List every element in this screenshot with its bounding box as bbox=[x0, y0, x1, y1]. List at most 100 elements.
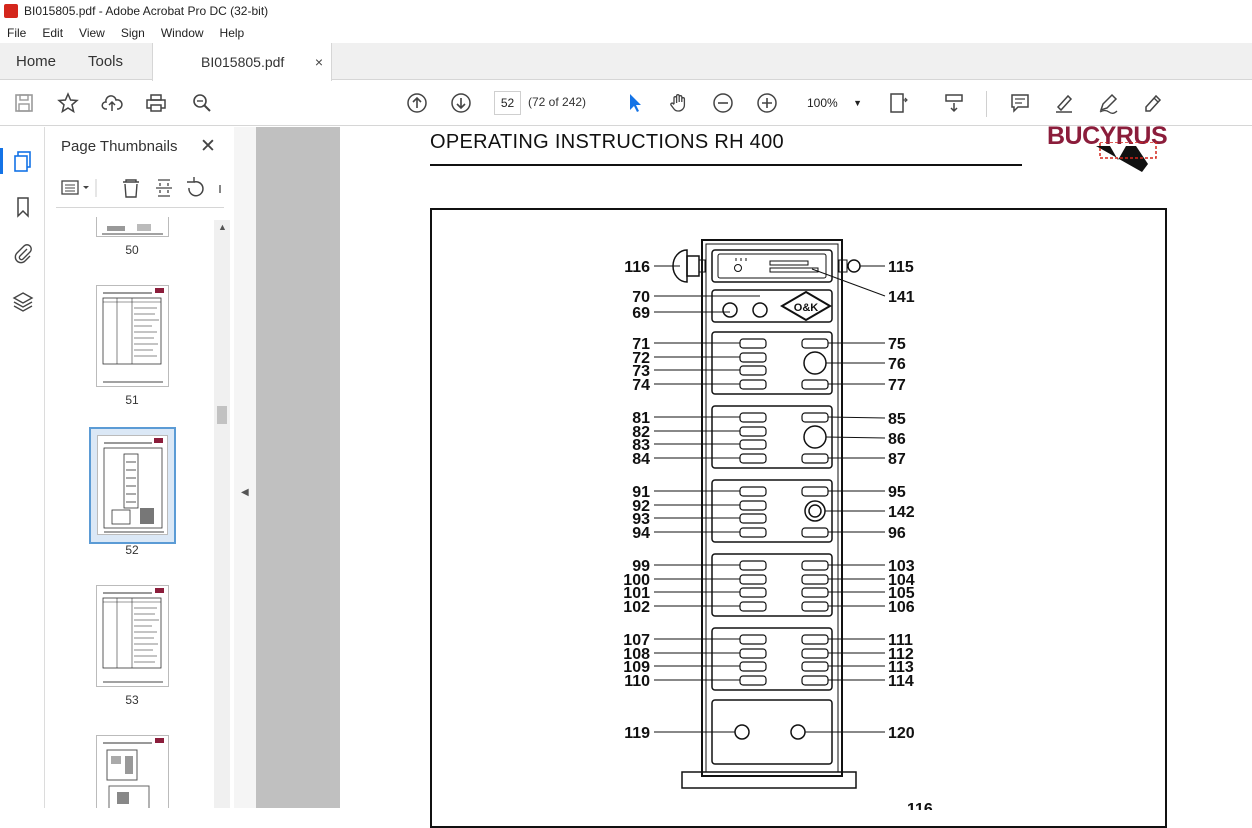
callout-label: 114 bbox=[888, 673, 914, 690]
rotate-page-icon[interactable] bbox=[187, 177, 204, 197]
zoom-value: 100% bbox=[807, 96, 838, 110]
window-title: BI015805.pdf - Adobe Acrobat Pro DC (32-… bbox=[24, 4, 269, 18]
menu-sign[interactable]: Sign bbox=[113, 26, 153, 40]
toggle-switch bbox=[739, 365, 767, 376]
bookmarks-icon[interactable] bbox=[11, 195, 35, 219]
scrollbar-thumb[interactable] bbox=[217, 406, 227, 424]
thumbnail-page-50[interactable] bbox=[96, 217, 169, 237]
collapse-panel-icon[interactable]: ◀ bbox=[241, 487, 249, 498]
toggle-switch bbox=[801, 587, 829, 598]
control-panel-figure: O&K 116706971727374818283849192939499100… bbox=[623, 239, 933, 810]
tab-bar: Home Tools BI015805.pdf × bbox=[0, 43, 1252, 81]
toggle-switch bbox=[739, 601, 767, 612]
toggle-switch bbox=[801, 648, 829, 659]
thumbnail-label: 51 bbox=[125, 393, 139, 407]
zoom-in-icon[interactable] bbox=[755, 91, 779, 115]
save-icon[interactable] bbox=[12, 91, 36, 115]
scroll-up-icon[interactable]: ▲ bbox=[218, 222, 227, 232]
toggle-switch bbox=[739, 675, 767, 686]
tab-close-icon[interactable]: × bbox=[315, 54, 323, 70]
print-icon[interactable] bbox=[144, 91, 168, 115]
thumbnail-page-53[interactable] bbox=[96, 585, 169, 687]
layers-icon[interactable] bbox=[11, 289, 35, 313]
toggle-switch bbox=[739, 587, 767, 598]
toggle-switch bbox=[801, 634, 829, 645]
rotary-knob bbox=[803, 351, 827, 375]
tab-document[interactable]: BI015805.pdf × bbox=[152, 43, 332, 81]
scroll-mode-icon[interactable] bbox=[942, 91, 966, 115]
title-bar: BI015805.pdf - Adobe Acrobat Pro DC (32-… bbox=[0, 0, 1252, 22]
toggle-switch bbox=[801, 601, 829, 612]
switch-modules bbox=[711, 331, 833, 765]
logo-mark bbox=[1096, 142, 1157, 172]
thumbnail-page-51[interactable] bbox=[96, 285, 169, 387]
next-page-icon[interactable] bbox=[449, 91, 473, 115]
upload-icon[interactable] bbox=[100, 91, 124, 115]
toggle-switch bbox=[739, 379, 767, 390]
callout-label: 74 bbox=[632, 377, 650, 394]
callout-label: 87 bbox=[888, 451, 906, 468]
fit-page-icon[interactable] bbox=[886, 91, 910, 115]
callout-label: 70 bbox=[632, 289, 650, 306]
panel-splitter[interactable]: ◀ bbox=[234, 127, 256, 808]
toggle-switch bbox=[801, 486, 829, 497]
thumbnail-scrollbar[interactable]: ▲ bbox=[214, 220, 230, 808]
callout-label: 75 bbox=[888, 336, 906, 353]
close-icon[interactable]: ✕ bbox=[200, 135, 216, 158]
tab-tools[interactable]: Tools bbox=[88, 43, 123, 80]
page-thumbnails-icon[interactable] bbox=[11, 149, 35, 173]
menu-help[interactable]: Help bbox=[212, 26, 253, 40]
page-thumbnails-panel: Page Thumbnails ✕ 50 51 52 53 ▲ bbox=[46, 127, 234, 808]
prev-page-icon[interactable] bbox=[405, 91, 429, 115]
sign-icon[interactable] bbox=[1096, 91, 1120, 115]
callout-label: 119 bbox=[624, 725, 650, 742]
select-cursor-icon[interactable] bbox=[623, 91, 647, 115]
callout-label: 84 bbox=[632, 451, 650, 468]
toggle-switch bbox=[739, 634, 767, 645]
toolbar-divider bbox=[986, 91, 987, 117]
menu-view[interactable]: View bbox=[71, 26, 113, 40]
callout-label: 141 bbox=[888, 289, 915, 306]
zoom-select[interactable]: 100% ▼ bbox=[800, 91, 866, 115]
panel-toolbar bbox=[56, 173, 226, 203]
left-rail bbox=[0, 127, 45, 808]
delete-page-icon[interactable] bbox=[123, 179, 139, 198]
zoom-search-icon[interactable] bbox=[190, 91, 214, 115]
thumbnail-label: 50 bbox=[125, 243, 139, 257]
zoom-out-icon[interactable] bbox=[711, 91, 735, 115]
menu-file[interactable]: File bbox=[0, 26, 34, 40]
page-number-input[interactable]: 52 bbox=[494, 91, 521, 115]
toggle-switch bbox=[739, 500, 767, 511]
switch-module bbox=[711, 331, 833, 395]
highlight-icon[interactable] bbox=[1052, 91, 1076, 115]
thumbnail-label: 53 bbox=[125, 693, 139, 707]
extract-page-icon[interactable] bbox=[156, 179, 172, 197]
callout-label: 96 bbox=[888, 525, 906, 542]
document-viewport[interactable]: OPERATING INSTRUCTIONS RH 400 BUCYRUS O&… bbox=[256, 122, 1252, 828]
hand-icon[interactable] bbox=[667, 91, 691, 115]
callout-label: 106 bbox=[888, 599, 915, 616]
options-menu-icon[interactable] bbox=[61, 180, 89, 195]
chevron-down-icon: ▼ bbox=[853, 98, 862, 108]
toggle-switch bbox=[739, 574, 767, 585]
thumbnail-label: 52 bbox=[125, 543, 139, 557]
callout-label: 86 bbox=[888, 431, 906, 448]
toggle-switch bbox=[739, 412, 767, 423]
page-count: (72 of 242) bbox=[528, 95, 587, 109]
thumbnail-page-54[interactable] bbox=[96, 735, 169, 808]
menu-edit[interactable]: Edit bbox=[34, 26, 71, 40]
toggle-switch bbox=[739, 527, 767, 538]
cabinet-base bbox=[681, 771, 857, 789]
rotary-knob bbox=[803, 425, 827, 449]
callout-label: 95 bbox=[888, 484, 906, 501]
tab-home[interactable]: Home bbox=[16, 43, 56, 80]
toggle-switch bbox=[739, 338, 767, 349]
thumbnail-page-52[interactable] bbox=[97, 435, 168, 535]
toggle-switch bbox=[739, 453, 767, 464]
attachments-icon[interactable] bbox=[11, 241, 35, 265]
callout-label: 76 bbox=[888, 356, 906, 373]
bookmark-star-icon[interactable] bbox=[56, 91, 80, 115]
comment-icon[interactable] bbox=[1008, 91, 1032, 115]
menu-window[interactable]: Window bbox=[153, 26, 212, 40]
fill-sign-icon[interactable] bbox=[1140, 91, 1164, 115]
